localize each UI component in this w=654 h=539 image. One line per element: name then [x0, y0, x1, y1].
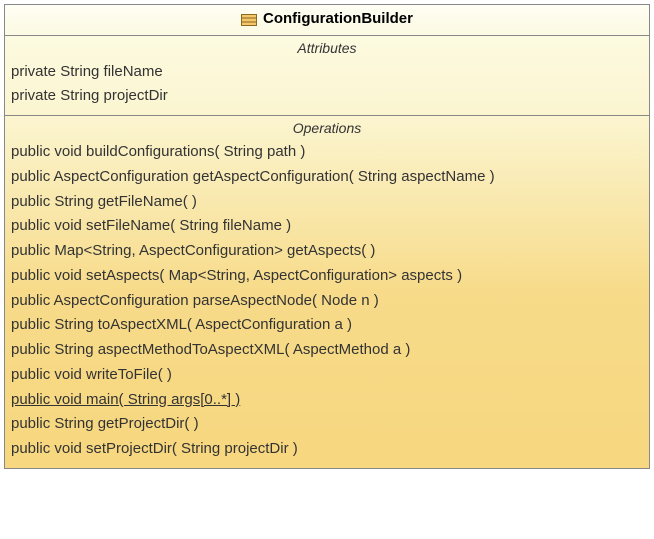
class-name-container: ConfigurationBuilder — [241, 10, 413, 27]
attributes-label: Attributes — [11, 40, 643, 56]
attributes-list: private String fileNameprivate String pr… — [11, 60, 643, 110]
operation-row: public AspectConfiguration getAspectConf… — [11, 165, 643, 190]
operation-row: public void setFileName( String fileName… — [11, 214, 643, 239]
attributes-compartment: Attributes private String fileNameprivat… — [5, 36, 649, 117]
operations-list: public void buildConfigurations( String … — [11, 140, 643, 462]
operation-row: public void writeToFile( ) — [11, 363, 643, 388]
operation-row: public void setAspects( Map<String, Aspe… — [11, 264, 643, 289]
uml-class: ConfigurationBuilder Attributes private … — [4, 4, 650, 469]
operation-row: public String getProjectDir( ) — [11, 412, 643, 437]
class-name: ConfigurationBuilder — [263, 10, 413, 27]
operation-row: public String getFileName( ) — [11, 190, 643, 215]
attribute-row: private String projectDir — [11, 84, 643, 109]
operation-row: public Map<String, AspectConfiguration> … — [11, 239, 643, 264]
attribute-row: private String fileName — [11, 60, 643, 85]
operation-row: public String aspectMethodToAspectXML( A… — [11, 338, 643, 363]
operation-row: public void buildConfigurations( String … — [11, 140, 643, 165]
operation-row: public void main( String args[0..*] ) — [11, 388, 643, 413]
class-header: ConfigurationBuilder — [5, 5, 649, 36]
operation-row: public void setProjectDir( String projec… — [11, 437, 643, 462]
operation-row: public String toAspectXML( AspectConfigu… — [11, 313, 643, 338]
operations-compartment: Operations public void buildConfiguratio… — [5, 116, 649, 468]
class-icon — [241, 13, 257, 25]
operation-row: public AspectConfiguration parseAspectNo… — [11, 289, 643, 314]
operations-label: Operations — [11, 120, 643, 136]
